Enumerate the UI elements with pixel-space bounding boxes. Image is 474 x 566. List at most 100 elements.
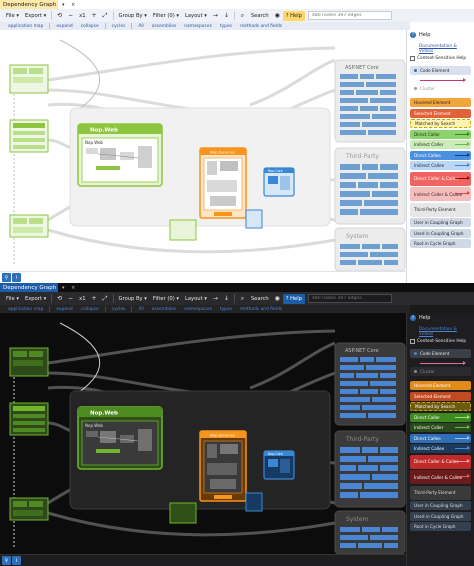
aspnet-cluster[interactable]: ASP.NET Core: [334, 342, 406, 426]
search-button[interactable]: Search: [248, 10, 272, 21]
quick-expand[interactable]: expand: [52, 24, 76, 29]
quick-methods[interactable]: methods and fields: [236, 24, 286, 29]
search-input[interactable]: [311, 296, 391, 301]
zoom-level[interactable]: x1: [76, 293, 88, 304]
quick-expand[interactable]: expand: [52, 307, 76, 312]
legend-indirect-callee: Indirect Callee: [410, 161, 471, 170]
system-label: System: [346, 516, 369, 523]
nop-services-group[interactable]: Nop.Services: [199, 147, 247, 219]
aspnet-cluster[interactable]: ASP.NET Core: [334, 59, 406, 143]
layout-down-icon[interactable]: ↓: [222, 11, 231, 20]
quick-namespaces[interactable]: namespaces: [180, 24, 216, 29]
nop-services-group[interactable]: Nop.Services: [199, 430, 247, 502]
graph-canvas[interactable]: Nop.Web Nop.Web Nop.Services Nop.Core AS…: [0, 313, 406, 554]
search-icon[interactable]: ⌕: [238, 11, 247, 20]
nop-web-group[interactable]: Nop.Web Nop.Web: [77, 123, 163, 187]
layout-direction-icon[interactable]: →: [211, 11, 220, 20]
context-help-label: Context-Sensitive Help: [417, 339, 467, 344]
undo-icon[interactable]: ⟲: [55, 294, 64, 303]
nop-core-group[interactable]: Nop.Core: [263, 450, 295, 480]
graph-svg[interactable]: Nop.Web Nop.Web Nop.Services Nop.Core AS…: [0, 313, 406, 554]
graph-tool-icon[interactable]: ⚲: [2, 556, 11, 565]
system-cluster[interactable]: System: [334, 510, 406, 554]
filter-menu[interactable]: Filter (0) ▾: [150, 293, 182, 304]
quick-namespaces[interactable]: namespaces: [180, 307, 216, 312]
legend-hovered: Hovered Element: [410, 381, 471, 390]
context-help-toggle[interactable]: Context-Sensitive Help: [410, 56, 471, 61]
search-field[interactable]: [307, 294, 392, 303]
layout-menu[interactable]: Layout ▾: [182, 293, 210, 304]
documentation-link[interactable]: Documentation & Videos: [419, 327, 471, 337]
info-icon[interactable]: i: [12, 556, 21, 565]
quick-assemblies[interactable]: assemblies: [148, 24, 180, 29]
fit-icon[interactable]: ⤢: [101, 11, 110, 20]
zoom-out-icon[interactable]: −: [66, 11, 75, 20]
filter-menu[interactable]: Filter (0) ▾: [150, 10, 182, 21]
graph-canvas[interactable]: Nop.Web Nop.Web Nop.Services Nop.Core AS…: [0, 30, 406, 271]
fit-icon[interactable]: ⤢: [101, 294, 110, 303]
group-by-menu[interactable]: Group By ▾: [116, 10, 150, 21]
search-input[interactable]: [311, 13, 391, 18]
plugin-node[interactable]: [169, 502, 197, 524]
quick-collapse[interactable]: collapse: [77, 24, 103, 29]
file-menu[interactable]: File ▾: [3, 10, 22, 21]
pin-icon[interactable]: ▾: [58, 283, 69, 292]
quick-collapse[interactable]: collapse: [77, 307, 103, 312]
search-button[interactable]: Search: [248, 293, 272, 304]
layout-menu[interactable]: Layout ▾: [182, 10, 210, 21]
search-icon[interactable]: ⌕: [238, 294, 247, 303]
checkbox-icon[interactable]: [410, 339, 415, 344]
quick-cycles[interactable]: cycles: [108, 24, 130, 29]
layout-direction-icon[interactable]: →: [211, 294, 220, 303]
legend-root-cycle: Root in Cycle Graph: [410, 522, 471, 531]
zoom-in-icon[interactable]: +: [90, 294, 99, 303]
quick-assemblies[interactable]: assemblies: [148, 307, 180, 312]
info-icon[interactable]: i: [12, 273, 21, 282]
context-help-toggle[interactable]: Context-Sensitive Help: [410, 339, 471, 344]
checkbox-icon[interactable]: [410, 56, 415, 61]
search-field[interactable]: [307, 11, 392, 20]
quick-methods[interactable]: methods and fields: [236, 307, 286, 312]
quick-all[interactable]: All: [134, 24, 147, 29]
group-by-menu[interactable]: Group By ▾: [116, 293, 150, 304]
plugin-node[interactable]: [169, 219, 197, 241]
nop-data-node[interactable]: [245, 492, 263, 512]
quick-application-map[interactable]: application map: [4, 24, 47, 29]
eye-icon[interactable]: ◉: [273, 294, 282, 303]
zoom-out-icon[interactable]: −: [66, 294, 75, 303]
pin-icon[interactable]: ▾: [58, 0, 69, 9]
quick-all[interactable]: All: [134, 307, 147, 312]
help-header: ? Help: [410, 32, 471, 38]
quick-cycles[interactable]: cycles: [108, 307, 130, 312]
documentation-link[interactable]: Documentation & Videos: [419, 44, 471, 54]
file-menu[interactable]: File ▾: [3, 293, 22, 304]
help-button[interactable]: ? Help: [282, 10, 305, 21]
nop-core-group[interactable]: Nop.Core: [263, 167, 295, 197]
legend-indirect-caller-callee: Indirect Caller & Callee: [410, 470, 471, 484]
dependency-graph-window-light: Dependency Graph ▾ × File ▾ Export ▾ ⟲ −…: [0, 0, 474, 283]
legend-coupling-user: User in Coupling Graph: [410, 218, 471, 227]
layout-down-icon[interactable]: ↓: [222, 294, 231, 303]
close-icon[interactable]: ×: [68, 283, 79, 292]
quick-types[interactable]: types: [216, 307, 236, 312]
third-party-cluster[interactable]: Third-Party: [334, 147, 406, 225]
system-cluster[interactable]: System: [334, 227, 406, 271]
zoom-in-icon[interactable]: +: [90, 11, 99, 20]
help-title: Help: [419, 315, 431, 321]
quick-application-map[interactable]: application map: [4, 307, 47, 312]
graph-svg[interactable]: Nop.Web Nop.Web Nop.Services Nop.Core AS…: [0, 30, 406, 271]
quick-types[interactable]: types: [216, 24, 236, 29]
dependency-graph-window-dark: Dependency Graph ▾ × File ▾ Export ▾ ⟲ −…: [0, 283, 474, 566]
export-menu[interactable]: Export ▾: [22, 10, 49, 21]
export-menu[interactable]: Export ▾: [22, 293, 49, 304]
nop-web-group[interactable]: Nop.Web Nop.Web: [77, 406, 163, 470]
legend-direct-caller: Direct Caller: [410, 129, 471, 139]
eye-icon[interactable]: ◉: [273, 11, 282, 20]
third-party-cluster[interactable]: Third-Party: [334, 430, 406, 508]
nop-data-node[interactable]: [245, 209, 263, 229]
close-icon[interactable]: ×: [68, 0, 79, 9]
graph-tool-icon[interactable]: ⚲: [2, 273, 11, 282]
undo-icon[interactable]: ⟲: [55, 11, 64, 20]
zoom-level[interactable]: x1: [76, 10, 88, 21]
help-button[interactable]: ? Help: [282, 293, 305, 304]
